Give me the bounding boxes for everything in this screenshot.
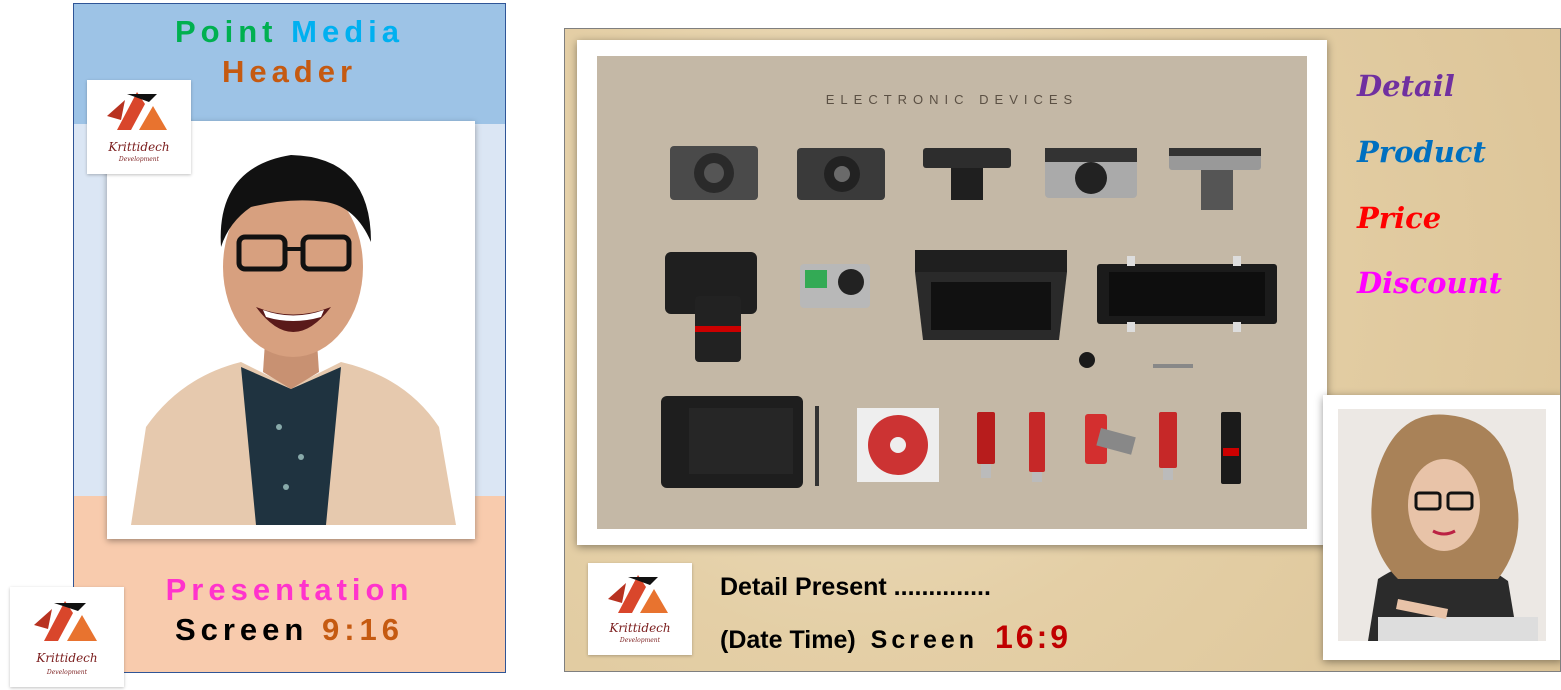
cd-icon bbox=[857, 408, 939, 482]
portrait-title: Point Media bbox=[74, 14, 505, 50]
stylus-holder-icon bbox=[1153, 364, 1193, 368]
drawing-tablet-icon bbox=[661, 396, 819, 488]
logo-subtext: Development bbox=[46, 669, 88, 676]
logo-subtext: Development bbox=[118, 156, 160, 163]
logo-text: Krittidech bbox=[36, 651, 98, 665]
webcam-icon bbox=[1079, 352, 1095, 368]
devices-image: ELECTRONIC DEVICES bbox=[597, 56, 1307, 529]
logo-mark-icon bbox=[34, 601, 97, 641]
woman-illustration bbox=[1368, 414, 1538, 641]
devices-image-frame: ELECTRONIC DEVICES bbox=[577, 40, 1327, 545]
side-item-detail: Detail bbox=[1357, 69, 1455, 103]
landscape-panel: ELECTRONIC DEVICES Detail Product Price … bbox=[564, 28, 1561, 672]
detail-present-text: Detail Present .............. bbox=[720, 573, 991, 601]
presenter-photo bbox=[121, 127, 461, 525]
side-item-price: Price bbox=[1357, 201, 1442, 235]
title-word-point: Point bbox=[175, 14, 278, 49]
camera-icon bbox=[670, 146, 1261, 210]
woman-photo-frame bbox=[1323, 395, 1560, 660]
presenter-illustration bbox=[131, 155, 456, 525]
portrait-ratio: 9:16 bbox=[321, 612, 405, 647]
monitor-icon bbox=[915, 250, 1067, 340]
brand-logo-top: Krittidech Development bbox=[87, 80, 191, 174]
date-screen-line: (Date Time) Screen 16:9 bbox=[720, 619, 1071, 656]
date-time-text: (Date Time) bbox=[720, 626, 856, 654]
portrait-screen-line: Screen 9:16 bbox=[74, 612, 505, 648]
landscape-ratio: 16:9 bbox=[994, 619, 1072, 655]
portrait-screen-label: Screen bbox=[174, 612, 309, 647]
title-word-media: Media bbox=[291, 14, 404, 49]
action-camera-icon bbox=[800, 264, 870, 308]
devices-illustration bbox=[661, 146, 1277, 488]
logo-text: Krittidech bbox=[609, 621, 671, 635]
brand-logo-bottom: Krittidech Development bbox=[10, 587, 124, 687]
woman-photo bbox=[1338, 409, 1546, 641]
wide-monitor-icon bbox=[1097, 256, 1277, 332]
dslr-icon bbox=[665, 252, 757, 362]
presenter-photo-frame bbox=[107, 121, 475, 539]
side-item-discount: Discount bbox=[1357, 266, 1503, 300]
logo-subtext: Development bbox=[619, 637, 661, 644]
brand-logo-landscape: Krittidech Development bbox=[588, 563, 692, 655]
logo-mark-icon bbox=[107, 92, 167, 130]
presentation-label: Presentation bbox=[165, 572, 414, 607]
logo-mark-icon bbox=[608, 575, 668, 613]
side-item-product: Product bbox=[1357, 135, 1486, 169]
landscape-screen-label: Screen bbox=[870, 626, 979, 654]
usb-drive-icon bbox=[977, 412, 1241, 484]
logo-text: Krittidech bbox=[108, 140, 170, 154]
